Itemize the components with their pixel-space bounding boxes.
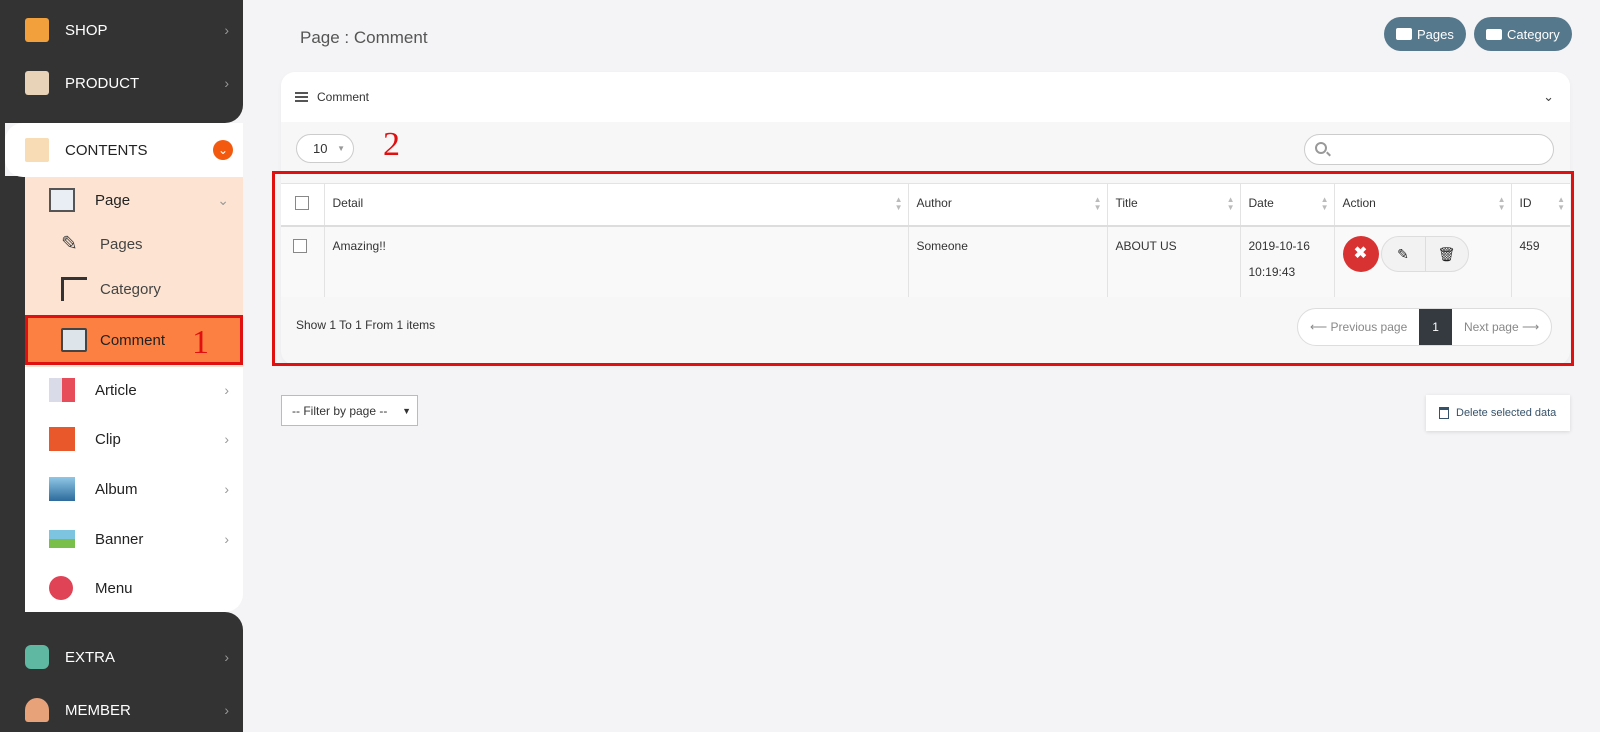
chevron-right-icon: › [224,22,229,38]
sidebar-item-label: Album [95,480,138,498]
chevron-down-icon[interactable]: ⌄ [1543,89,1554,105]
contents-note-icon [25,138,49,162]
caret-down-icon: ▼ [337,144,345,153]
chevron-right-icon: › [224,702,229,718]
sidebar-item-label: Clip [95,430,121,448]
filter-by-page-select[interactable]: -- Filter by page -- ▼ [281,395,418,426]
sidebar-item-contents[interactable]: CONTENTS ⌄ [5,123,243,177]
category-button[interactable]: Category [1474,17,1572,51]
sidebar-item-pages[interactable]: ✎ Pages [25,222,243,266]
sidebar-item-label: Banner [95,530,144,548]
chevron-down-icon: ⌄ [213,140,233,160]
sidebar-item-product[interactable]: PRODUCT › [0,56,243,110]
sidebar-item-article[interactable]: Article › [25,366,243,414]
sidebar-item-banner[interactable]: Banner › [25,514,243,564]
folder-icon [1486,28,1502,40]
chevron-right-icon: › [224,75,229,91]
filter-label: -- Filter by page -- [292,403,388,418]
shop-icon [25,18,49,42]
card-header[interactable]: Comment ⌄ [281,72,1570,122]
sidebar-item-label: EXTRA [65,648,116,666]
sidebar-item-label: PRODUCT [65,74,140,92]
category-button-label: Category [1507,26,1560,42]
sidebar-item-shop[interactable]: SHOP › [0,3,243,57]
category-tree-icon [61,277,87,301]
chevron-right-icon: › [224,531,229,547]
album-photo-icon [49,477,75,501]
sidebar-item-clip[interactable]: Clip › [25,414,243,464]
chevron-right-icon: › [224,382,229,398]
page-window-icon [49,188,75,212]
sidebar-item-label: Article [95,381,137,399]
card-title: Comment [317,90,370,104]
highlight-frame [272,171,1574,366]
annotation-2: 2 [383,126,400,163]
chevron-down-icon: ⌄ [217,191,229,208]
delete-selected-button[interactable]: Delete selected data [1426,395,1570,431]
pages-button[interactable]: Pages [1384,17,1466,51]
sidebar-item-label: MEMBER [65,701,131,719]
annotation-1: 1 [192,324,209,361]
search-input[interactable] [1304,134,1554,165]
chevron-right-icon: › [224,431,229,447]
trash-icon [1439,407,1449,419]
page-length-value: 10 [313,141,328,156]
sidebar: SHOP › PRODUCT › CONTENTS ⌄ Page ⌄ ✎ Pag… [0,0,243,732]
sidebar-item-label: Menu [95,579,133,597]
article-icon [49,378,75,402]
search-icon [1315,142,1327,154]
chevron-right-icon: › [224,481,229,497]
pages-button-label: Pages [1417,26,1454,42]
caret-down-icon: ▼ [402,405,411,416]
banner-landscape-icon [49,530,75,548]
sidebar-item-label: Comment [100,331,166,349]
sidebar-item-comment[interactable]: Comment [25,315,243,365]
sidebar-item-label: CONTENTS [65,141,148,159]
page-title: Page : Comment [300,28,428,47]
sidebar-item-category[interactable]: Category [25,267,243,311]
sidebar-item-label: Category [100,280,161,298]
sidebar-item-page[interactable]: Page ⌄ [25,177,243,223]
product-bag-icon [25,71,49,95]
sidebar-item-label: SHOP [65,21,108,39]
sidebar-item-label: Page [95,191,131,209]
sidebar-item-album[interactable]: Album › [25,464,243,514]
sidebar-item-member[interactable]: MEMBER › [0,683,243,732]
comment-bubble-icon [61,328,87,352]
puzzle-icon [25,645,49,669]
sidebar-item-label: Pages [100,235,143,253]
list-icon [1396,28,1412,40]
sidebar-dark-strip [0,176,25,612]
pencil-icon: ✎ [61,233,78,255]
chevron-right-icon: › [224,649,229,665]
delete-selected-label: Delete selected data [1456,407,1557,419]
sidebar-item-menu[interactable]: Menu [25,564,243,612]
page-length-select[interactable]: 10 ▼ [296,134,354,163]
clip-video-icon [49,427,75,451]
menu-list-icon [49,576,73,600]
sidebar-item-extra[interactable]: EXTRA › [0,630,243,684]
member-users-icon [25,698,49,722]
hamburger-icon [295,92,308,102]
